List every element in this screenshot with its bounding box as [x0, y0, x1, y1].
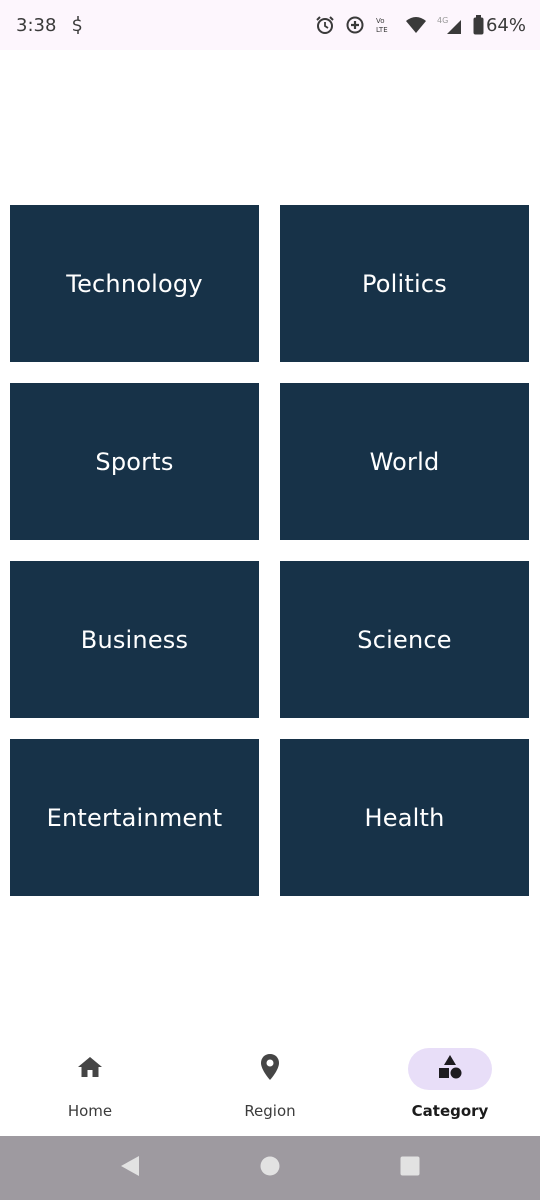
category-label: Business	[80, 625, 189, 654]
category-label: Sports	[95, 447, 174, 476]
category-label: Entertainment	[46, 803, 223, 832]
category-label: World	[369, 447, 440, 476]
status-time: 3:38	[16, 14, 57, 36]
alarm-icon	[315, 15, 335, 35]
category-tile-business[interactable]: Business	[10, 561, 259, 718]
svg-text:Vo: Vo	[376, 17, 385, 25]
battery-percent: 64%	[485, 14, 526, 36]
svg-text:S: S	[72, 16, 82, 34]
signal-icon: 4G	[437, 15, 463, 35]
wifi-icon	[405, 16, 427, 34]
category-tile-technology[interactable]: Technology	[10, 205, 259, 362]
category-tile-science[interactable]: Science	[280, 561, 529, 718]
category-label: Politics	[361, 269, 447, 298]
home-icon	[77, 1055, 103, 1083]
recents-square-icon	[399, 1155, 421, 1181]
location-pin-icon	[259, 1053, 281, 1085]
nav-item-home[interactable]: Home	[0, 1036, 180, 1136]
bottom-navigation: Home Region Category	[0, 1036, 540, 1136]
category-tile-entertainment[interactable]: Entertainment	[10, 739, 259, 896]
nav-label-category: Category	[411, 1102, 489, 1120]
category-grid: Technology Politics Sports World Busines…	[10, 205, 530, 896]
nav-pill	[48, 1048, 132, 1090]
volte-icon: Vo LTE	[375, 15, 395, 35]
category-label: Science	[357, 625, 452, 654]
category-tile-sports[interactable]: Sports	[10, 383, 259, 540]
recents-button[interactable]	[390, 1148, 430, 1188]
shapes-icon	[436, 1053, 464, 1085]
home-system-button[interactable]	[250, 1148, 290, 1188]
category-tile-health[interactable]: Health	[280, 739, 529, 896]
nav-item-category[interactable]: Category	[360, 1036, 540, 1136]
category-tile-politics[interactable]: Politics	[280, 205, 529, 362]
category-label: Technology	[66, 269, 203, 298]
svg-text:LTE: LTE	[376, 26, 388, 34]
nav-label-home: Home	[67, 1102, 113, 1120]
back-triangle-icon	[119, 1154, 141, 1182]
nav-pill-active	[408, 1048, 492, 1090]
home-circle-icon	[259, 1155, 281, 1181]
status-bar: 3:38 S Vo LTE 4G 64%	[0, 0, 540, 50]
category-tile-world[interactable]: World	[280, 383, 529, 540]
status-left: 3:38 S	[16, 15, 86, 36]
status-right: Vo LTE 4G 64%	[315, 15, 526, 36]
data-saver-icon	[345, 15, 365, 35]
svg-text:4G: 4G	[437, 16, 448, 25]
nav-item-region[interactable]: Region	[180, 1036, 360, 1136]
back-button[interactable]	[110, 1148, 150, 1188]
category-label: Health	[364, 803, 445, 832]
battery-icon	[473, 15, 484, 35]
system-navigation-bar	[0, 1136, 540, 1200]
nav-pill	[228, 1048, 312, 1090]
notification-s-icon: S	[70, 16, 86, 34]
nav-label-region: Region	[244, 1102, 296, 1120]
